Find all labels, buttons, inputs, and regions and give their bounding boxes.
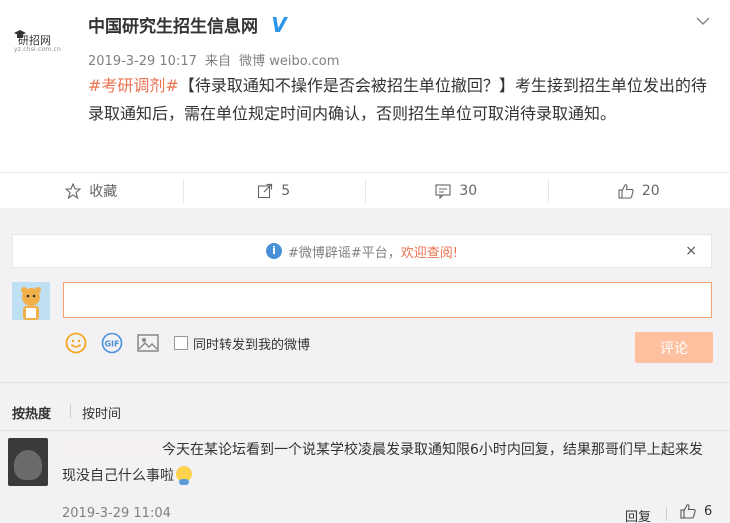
weibo-post: 研招网 yz.chsi.com.cn 中国研究生招生信息网 V 2019-3-2… <box>0 0 730 172</box>
section-divider <box>0 208 730 222</box>
sync-repost-label: 同时转发到我的微博 <box>193 337 311 353</box>
my-avatar[interactable] <box>12 282 50 320</box>
thumbs-up-icon <box>618 183 634 199</box>
post-action-bar: 收藏 5 30 20 <box>0 172 730 208</box>
sort-by-time[interactable]: 按时间 <box>82 403 121 422</box>
info-icon: i <box>265 243 282 259</box>
thumbs-up-icon <box>680 504 696 519</box>
rumor-text: #微博辟谣#平台， <box>287 245 401 261</box>
comment-like-button[interactable]: 6 <box>680 503 712 519</box>
source-prefix: 来自 <box>205 54 232 69</box>
comment-sort-bar: 按热度 按时间 <box>0 382 730 430</box>
verified-icon: V <box>268 14 290 36</box>
commenter-avatar[interactable] <box>8 438 48 486</box>
chevron-down-icon[interactable] <box>696 14 710 30</box>
post-text: 【待录取通知不操作是否会被招生单位撤回？】考生接到招生单位发出的待录取通知后，需… <box>88 76 707 123</box>
logo-url: yz.chsi.com.cn <box>14 46 62 53</box>
rumor-welcome-link[interactable]: 欢迎查阅! <box>401 242 458 261</box>
sort-by-hot[interactable]: 按热度 <box>12 403 51 422</box>
emoji-button[interactable] <box>64 331 88 355</box>
composer-toolbar: GIF 同时转发到我的微博 <box>64 330 310 356</box>
reply-button[interactable]: 回复 <box>625 506 651 523</box>
gif-label: GIF <box>104 340 119 349</box>
star-icon <box>65 182 82 199</box>
comment-input[interactable] <box>63 282 712 318</box>
comment-like-count: 6 <box>704 503 713 519</box>
gif-icon: GIF <box>101 332 123 354</box>
comment-count: 30 <box>459 182 478 199</box>
favorite-label: 收藏 <box>89 183 118 200</box>
rumor-notice-bar[interactable]: i #微博辟谣#平台， 欢迎查阅! × <box>12 234 712 268</box>
comment-text-block: 今天在某论坛看到一个说某学校凌晨发录取通知限6小时内回复，结果那哥们早上起来发现… <box>62 437 712 489</box>
comment-item: 今天在某论坛看到一个说某学校凌晨发录取通知限6小时内回复，结果那哥们早上起来发现… <box>0 430 730 523</box>
author-avatar[interactable]: 研招网 yz.chsi.com.cn <box>12 18 72 58</box>
picture-icon <box>137 334 159 352</box>
comment-button[interactable]: 30 <box>365 173 548 208</box>
close-icon[interactable]: × <box>685 243 697 259</box>
reply-divider <box>666 507 667 521</box>
tiger-avatar-icon <box>12 282 50 320</box>
post-body: #考研调剂#【待录取通知不操作是否会被招生单位撤回？】考生接到招生单位发出的待录… <box>88 72 708 128</box>
comment-text: 今天在某论坛看到一个说某学校凌晨发录取通知限6小时内回复，结果那哥们早上起来发现… <box>62 442 703 484</box>
repost-button[interactable]: 5 <box>182 173 366 208</box>
favorite-button[interactable]: 收藏 <box>0 173 183 208</box>
emoji-icon <box>176 466 192 485</box>
hashtag-link[interactable]: #考研调剂# <box>88 76 179 95</box>
sync-repost-option[interactable]: 同时转发到我的微博 <box>174 334 310 353</box>
sync-repost-checkbox[interactable] <box>174 336 188 350</box>
share-icon <box>258 183 273 198</box>
graduation-cap-icon <box>14 30 26 38</box>
like-count: 20 <box>641 182 660 199</box>
post-meta: 2019-3-29 10:17 来自 微博 weibo.com <box>88 50 343 69</box>
post-source[interactable]: 微博 weibo.com <box>239 54 339 69</box>
like-button[interactable]: 20 <box>547 173 730 208</box>
sort-divider <box>70 404 71 418</box>
comment-icon <box>435 183 451 199</box>
comment-timestamp: 2019-3-29 11:04 <box>62 506 171 521</box>
submit-comment-button[interactable]: 评论 <box>635 332 713 363</box>
gif-button[interactable]: GIF <box>100 331 124 355</box>
comment-panel: i #微博辟谣#平台， 欢迎查阅! × GIF 同时转发到我的微博 评论 按热度… <box>0 222 730 523</box>
smiley-icon <box>65 332 87 354</box>
author-name[interactable]: 中国研究生招生信息网 <box>88 12 258 37</box>
image-button[interactable] <box>136 331 160 355</box>
repost-count: 5 <box>281 182 291 199</box>
post-timestamp[interactable]: 2019-3-29 10:17 <box>88 54 197 69</box>
